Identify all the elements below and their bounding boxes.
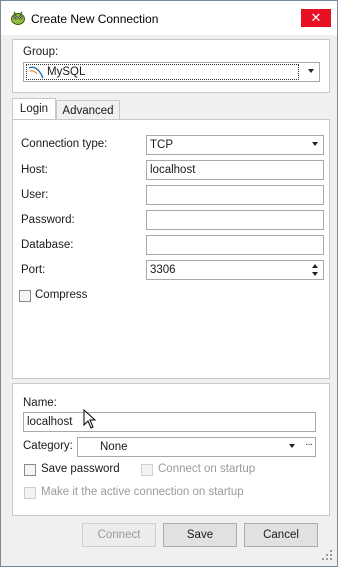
spin-down-icon[interactable] bbox=[312, 272, 318, 276]
password-label: Password: bbox=[21, 214, 75, 226]
mouse-cursor-icon bbox=[83, 409, 96, 429]
app-icon bbox=[11, 11, 25, 25]
connect-on-startup-checkbox[interactable] bbox=[141, 464, 153, 476]
user-label: User: bbox=[21, 189, 49, 201]
category-select[interactable]: None ··· bbox=[77, 437, 316, 457]
connection-type-value: TCP bbox=[150, 139, 173, 151]
database-input[interactable] bbox=[146, 235, 324, 255]
active-connection-label: Make it the active connection on startup bbox=[41, 486, 244, 498]
chevron-down-icon[interactable] bbox=[312, 142, 318, 146]
password-input[interactable] bbox=[146, 210, 324, 230]
name-value: localhost bbox=[27, 416, 73, 428]
connect-on-startup-label: Connect on startup bbox=[158, 463, 256, 475]
host-value: localhost bbox=[150, 164, 196, 176]
spin-up-icon[interactable] bbox=[312, 264, 318, 268]
window-title: Create New Connection bbox=[31, 12, 159, 26]
chevron-down-icon[interactable] bbox=[289, 444, 295, 448]
create-connection-dialog: Create New Connection ✕ Group: MySQL Log… bbox=[0, 0, 338, 567]
close-button[interactable]: ✕ bbox=[301, 9, 331, 27]
tab-advanced[interactable]: Advanced bbox=[56, 100, 120, 120]
category-value: None bbox=[100, 441, 128, 453]
save-password-checkbox[interactable] bbox=[24, 464, 36, 476]
tab-login[interactable]: Login bbox=[12, 98, 56, 120]
chevron-down-icon[interactable] bbox=[308, 69, 314, 73]
group-panel: Group: MySQL bbox=[12, 39, 330, 93]
port-value: 3306 bbox=[150, 264, 176, 276]
category-label: Category: bbox=[23, 440, 73, 452]
compress-label: Compress bbox=[35, 289, 88, 301]
connect-button[interactable]: Connect bbox=[82, 523, 156, 547]
host-label: Host: bbox=[21, 164, 48, 176]
port-spinner[interactable]: 3306 bbox=[146, 260, 324, 280]
port-label: Port: bbox=[21, 264, 46, 276]
database-label: Database: bbox=[21, 239, 74, 251]
connection-type-label: Connection type: bbox=[21, 138, 108, 150]
connection-type-select[interactable]: TCP bbox=[146, 135, 324, 155]
category-more-button[interactable]: ··· bbox=[305, 436, 313, 454]
name-label: Name: bbox=[23, 397, 57, 409]
group-value: MySQL bbox=[47, 66, 86, 78]
login-panel: Connection type: TCP Host: localhost Use… bbox=[12, 119, 330, 379]
title-bar[interactable]: Create New Connection ✕ bbox=[1, 1, 337, 35]
save-password-label: Save password bbox=[41, 463, 120, 475]
connection-details-panel: Name: localhost Category: None ··· Save … bbox=[12, 383, 330, 516]
user-input[interactable] bbox=[146, 185, 324, 205]
mysql-dolphin-icon bbox=[28, 66, 44, 79]
name-input[interactable]: localhost bbox=[23, 412, 316, 432]
group-combobox[interactable]: MySQL bbox=[23, 62, 320, 82]
cancel-button[interactable]: Cancel bbox=[244, 523, 318, 547]
host-input[interactable]: localhost bbox=[146, 160, 324, 180]
compress-checkbox[interactable] bbox=[19, 290, 31, 302]
group-label: Group: bbox=[23, 46, 59, 58]
active-connection-checkbox[interactable] bbox=[24, 487, 36, 499]
save-button[interactable]: Save bbox=[163, 523, 237, 547]
resize-grip-icon[interactable] bbox=[321, 549, 333, 561]
